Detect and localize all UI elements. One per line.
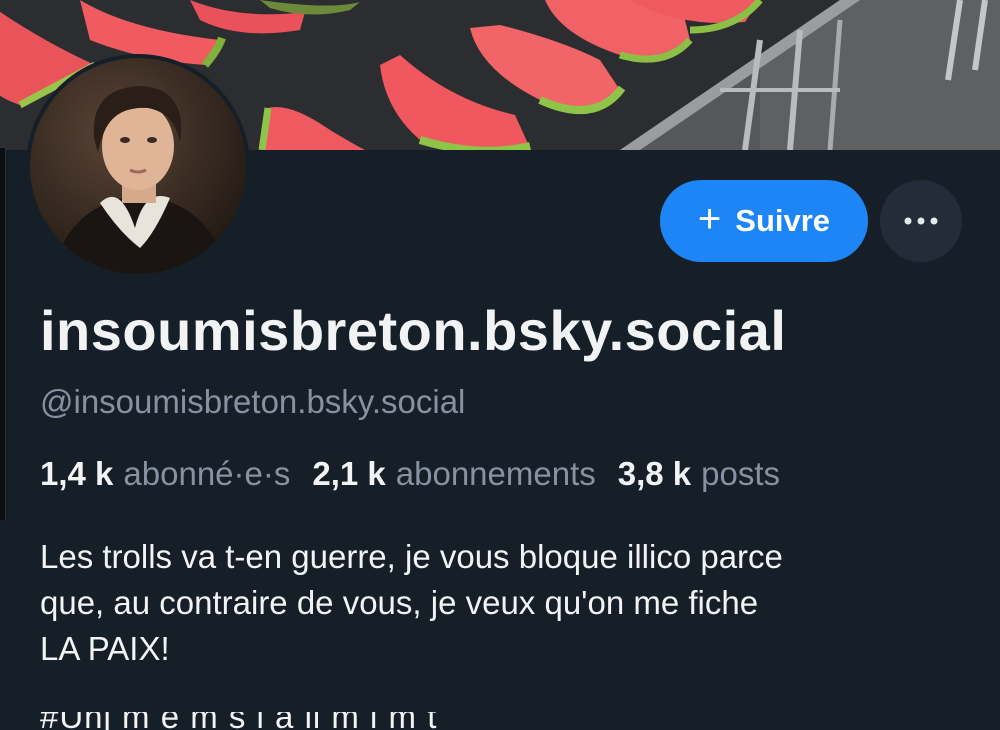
profile-stats: 1,4 k abonné·e·s 2,1 k abonnements 3,8 k… bbox=[40, 455, 780, 493]
plus-icon: + bbox=[697, 197, 722, 241]
following-count: 2,1 k bbox=[312, 455, 386, 492]
profile-handle: @insoumisbreton.bsky.social bbox=[40, 383, 466, 420]
bio-line: Les trolls va t-en guerre, je vous bloqu… bbox=[40, 538, 783, 575]
bio-line: LA PAIX! bbox=[40, 630, 170, 667]
portrait-avatar-icon bbox=[30, 58, 246, 274]
followers-count: 1,4 k bbox=[40, 455, 114, 492]
followers-link[interactable]: 1,4 k abonné·e·s bbox=[40, 455, 290, 493]
scrollbar[interactable] bbox=[0, 148, 6, 520]
display-name: insoumisbreton.bsky.social bbox=[40, 299, 787, 362]
following-link[interactable]: 2,1 k abonnements bbox=[312, 455, 595, 493]
profile-bio: Les trolls va t-en guerre, je vous bloqu… bbox=[40, 534, 970, 672]
bio-hashtags-partial[interactable]: #Unj m e m s i à ll m i m t bbox=[40, 712, 740, 730]
followers-label: abonné·e·s bbox=[123, 455, 291, 492]
posts-count: 3,8 k bbox=[617, 455, 692, 492]
bio-line: que, au contraire de vous, je veux qu'on… bbox=[40, 584, 759, 621]
bio-partial-line: #Unj m e m s i à ll m i m t bbox=[40, 712, 740, 730]
avatar[interactable] bbox=[26, 54, 250, 278]
posts-label: posts bbox=[701, 455, 781, 492]
following-label: abonnements bbox=[395, 455, 596, 492]
ellipsis-icon bbox=[904, 217, 938, 225]
more-options-button[interactable] bbox=[880, 180, 962, 262]
follow-label: Suivre bbox=[735, 203, 831, 238]
profile-page: + Suivre insoumisbreton.bsky.social @ins… bbox=[0, 0, 1000, 730]
posts-stat: 3,8 k posts bbox=[618, 455, 780, 493]
follow-button[interactable]: + Suivre bbox=[660, 180, 868, 262]
